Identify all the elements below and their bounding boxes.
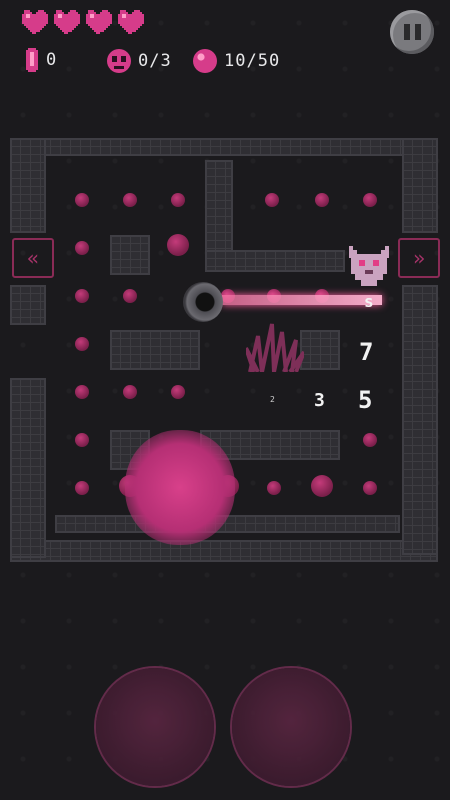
pellet — [363, 433, 377, 447]
wall — [402, 285, 438, 555]
damage-number: 5 — [358, 386, 373, 414]
pellet — [315, 193, 329, 207]
pellet — [123, 193, 137, 207]
right-touch-pad[interactable] — [232, 668, 350, 786]
left-touch-pad[interactable] — [96, 668, 214, 786]
score-marker: s — [364, 292, 374, 311]
pellet — [75, 433, 89, 447]
wall — [300, 330, 340, 370]
pellet — [75, 385, 89, 399]
power-pellet — [167, 234, 189, 256]
power-pellet — [311, 475, 333, 497]
pellet — [171, 193, 185, 207]
wall — [10, 285, 46, 325]
double-chevron-right-icon: » — [412, 246, 426, 270]
eyeball-player — [183, 282, 223, 322]
wall — [110, 235, 150, 275]
pink-smoke-cloud — [125, 430, 235, 545]
pellet — [267, 481, 281, 495]
bramble-bush — [246, 323, 304, 372]
pellet — [75, 481, 89, 495]
pellet — [75, 337, 89, 351]
wall — [402, 138, 438, 233]
wall — [205, 250, 345, 272]
wall — [10, 378, 46, 558]
wall — [110, 330, 200, 370]
pellet — [75, 289, 89, 303]
pellet — [75, 193, 89, 207]
damage-number: 7 — [359, 338, 374, 366]
pellet — [75, 241, 89, 255]
wall — [10, 540, 438, 562]
wall — [10, 138, 46, 233]
pellet — [171, 385, 185, 399]
pellet — [363, 481, 377, 495]
pellet — [123, 385, 137, 399]
move-left-button[interactable]: « — [12, 238, 54, 278]
pellet — [363, 193, 377, 207]
double-chevron-left-icon: « — [26, 246, 40, 270]
damage-number: 3 — [314, 390, 325, 411]
wall — [10, 138, 438, 156]
pellet — [265, 193, 279, 207]
horned-creature-enemy — [349, 246, 389, 286]
move-right-button[interactable]: » — [398, 238, 440, 278]
pellet — [123, 289, 137, 303]
game-board[interactable]: « » 7 3 5 s 2 — [0, 0, 450, 800]
laser-beam — [222, 295, 382, 305]
score-marker: 2 — [270, 395, 275, 404]
